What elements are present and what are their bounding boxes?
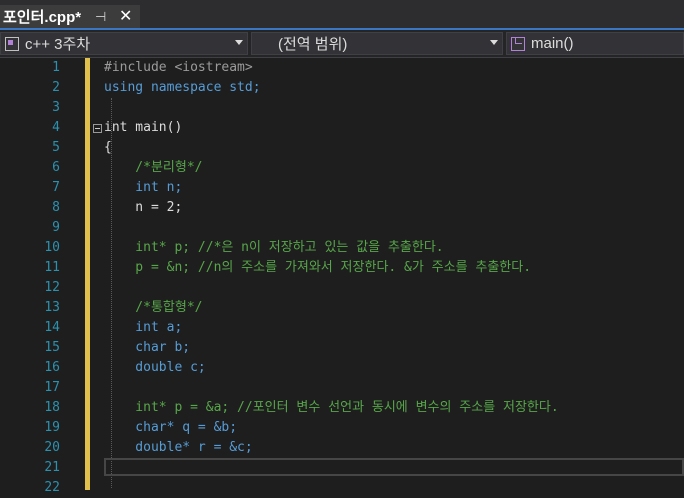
line-number: 12: [44, 280, 60, 295]
line-number: 5: [52, 140, 60, 155]
line-number: 7: [52, 180, 60, 195]
code-line: char* q = &b;: [104, 418, 237, 438]
code-line: {: [104, 138, 112, 158]
code-line-text: int main(): [104, 120, 183, 135]
code-line: /*통합형*/: [104, 298, 203, 318]
line-number: 4: [52, 120, 60, 135]
document-tab[interactable]: 포인터.cpp* ⊣ ✕: [0, 5, 140, 28]
line-number: 8: [52, 200, 60, 215]
code-line: int* p; //*은 n이 저장하고 있는 값을 추출한다.: [104, 238, 444, 258]
line-number: 10: [44, 240, 60, 255]
code-line-text: using namespace std;: [104, 80, 261, 95]
code-line-text: int* p = &a; //포인터 변수 선언과 동시에 변수의 주소를 저장…: [104, 400, 559, 415]
chevron-down-icon: [490, 40, 498, 45]
tab-title: 포인터.cpp*: [3, 9, 82, 26]
code-line-text: #include <iostream>: [104, 60, 253, 75]
line-number: 15: [44, 340, 60, 355]
code-line: n = 2;: [104, 198, 182, 218]
change-tracking-bar: [85, 58, 90, 490]
line-number: 17: [44, 380, 60, 395]
line-number: 16: [44, 360, 60, 375]
line-number: 13: [44, 300, 60, 315]
member-label: main(): [531, 35, 574, 52]
code-line: int n;: [104, 178, 182, 198]
member-dropdown[interactable]: main(): [506, 32, 684, 55]
glyph-margin: [0, 58, 18, 490]
line-number: 19: [44, 420, 60, 435]
cube-icon: [511, 36, 525, 51]
code-line-text: double* r = &c;: [104, 440, 253, 455]
code-line: double* r = &c;: [104, 438, 253, 458]
line-number: 11: [44, 260, 60, 275]
code-line-text: /*분리형*/: [104, 160, 203, 175]
line-number: 2: [52, 80, 60, 95]
code-line-text: n = 2;: [104, 200, 183, 215]
line-number: 1: [52, 60, 60, 75]
code-line: char b;: [104, 338, 190, 358]
scope-label: (전역 범위): [278, 36, 348, 53]
code-line-text: p = &n; //n의 주소를 가져와서 저장한다. &가 주소를 추출한다.: [104, 260, 532, 275]
line-number: 21: [44, 460, 60, 475]
line-number: 14: [44, 320, 60, 335]
line-number: 22: [44, 480, 60, 495]
code-line: /*분리형*/: [104, 158, 203, 178]
code-line-text: int a;: [104, 320, 183, 335]
chevron-down-icon: [235, 40, 243, 45]
code-line: using namespace std;: [104, 78, 261, 98]
code-line: int a;: [104, 318, 182, 338]
project-label: c++ 3주차: [25, 36, 91, 53]
code-line: int main(): [104, 118, 182, 138]
line-number: 9: [52, 220, 60, 235]
code-line-text: /*통합형*/: [104, 300, 203, 315]
project-dropdown[interactable]: c++ 3주차: [0, 32, 248, 55]
line-number: 18: [44, 400, 60, 415]
tab-strip: 포인터.cpp* ⊣ ✕: [0, 0, 684, 28]
code-line-text: double c;: [104, 360, 206, 375]
code-editor[interactable]: 1 2 3 4 5 6 7 8 9 10 11 12 13 14 15 16 1…: [0, 58, 684, 495]
project-icon: [5, 36, 19, 51]
code-line-text: {: [104, 140, 112, 155]
line-number: 3: [52, 100, 60, 115]
code-line: double c;: [104, 358, 206, 378]
scope-dropdown[interactable]: (전역 범위): [251, 32, 503, 55]
code-line: int* p = &a; //포인터 변수 선언과 동시에 변수의 주소를 저장…: [104, 398, 559, 418]
code-line: #include <iostream>: [104, 58, 253, 78]
line-number-gutter: 1 2 3 4 5 6 7 8 9 10 11 12 13 14 15 16 1…: [18, 58, 60, 495]
code-line-text: int* p; //*은 n이 저장하고 있는 값을 추출한다.: [104, 240, 444, 255]
code-line: p = &n; //n의 주소를 가져와서 저장한다. &가 주소를 추출한다.: [104, 258, 531, 278]
collapse-icon[interactable]: [93, 124, 102, 133]
code-line-text: char* q = &b;: [104, 420, 238, 435]
code-area[interactable]: #include <iostream> using namespace std;…: [104, 58, 684, 490]
close-icon[interactable]: ✕: [119, 6, 132, 26]
code-line-text: int n;: [104, 180, 183, 195]
navigation-bar: c++ 3주차 (전역 범위) main(): [0, 30, 684, 58]
line-number: 20: [44, 440, 60, 455]
pin-icon[interactable]: ⊣: [95, 9, 106, 25]
line-number: 6: [52, 160, 60, 175]
code-line-text: char b;: [104, 340, 191, 355]
